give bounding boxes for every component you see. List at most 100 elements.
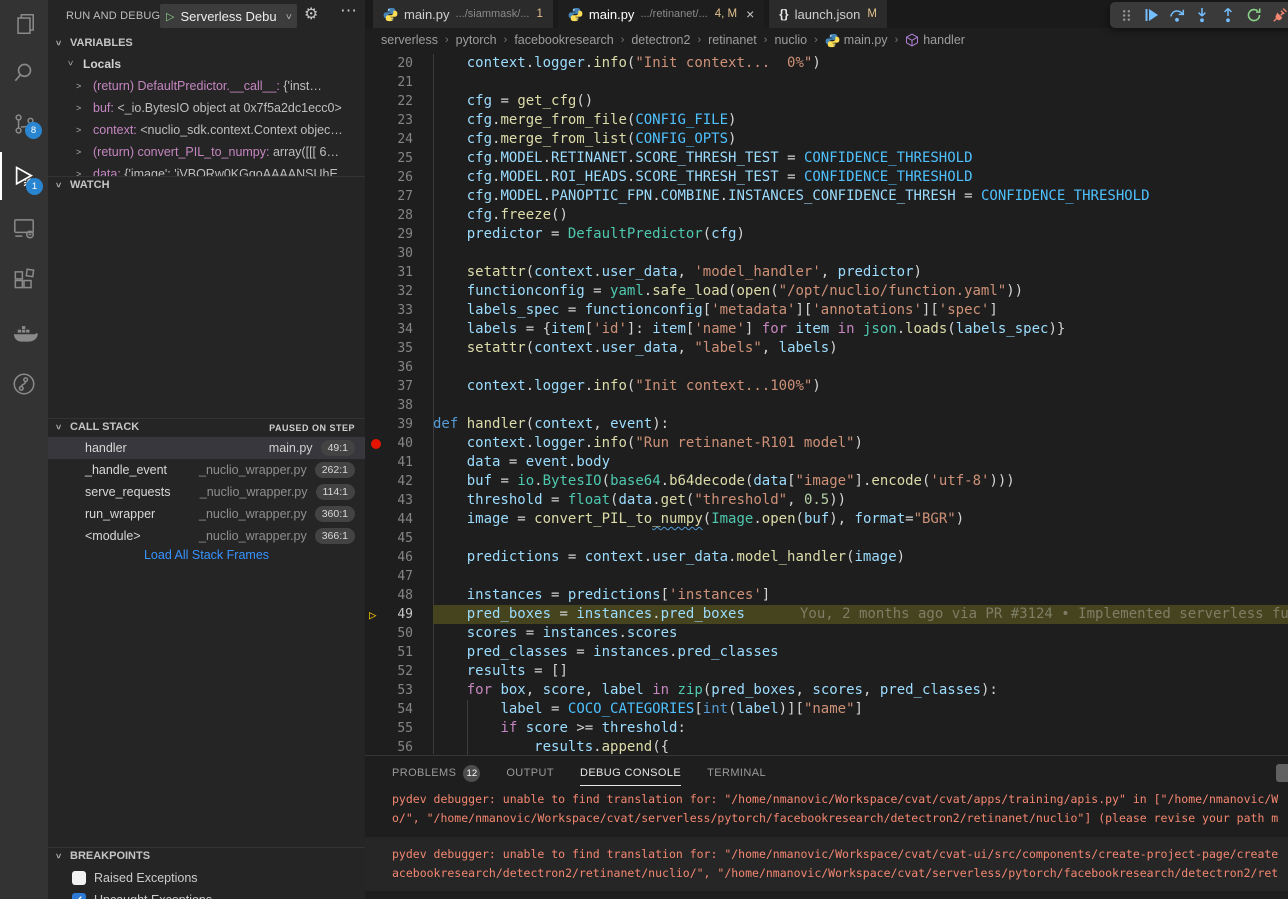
- more-actions-icon[interactable]: ⋯: [340, 1, 358, 21]
- chevron-icon: >: [54, 853, 64, 858]
- load-all-stack-frames-link[interactable]: Load All Stack Frames: [48, 548, 365, 562]
- start-debug-icon[interactable]: ▷: [166, 10, 174, 23]
- line-gutter[interactable]: 41: [365, 453, 433, 472]
- variables-section-header[interactable]: > VARIABLES: [48, 35, 365, 53]
- checkbox[interactable]: ✓: [72, 893, 86, 899]
- line-gutter[interactable]: 40: [365, 434, 433, 453]
- locals-scope-row[interactable]: > Locals: [48, 55, 365, 75]
- variable-row[interactable]: >(return) convert_PIL_to_numpy: array([[…: [48, 141, 365, 163]
- gear-icon[interactable]: ⚙: [304, 4, 318, 24]
- line-gutter[interactable]: 26: [365, 168, 433, 187]
- line-gutter[interactable]: 32: [365, 282, 433, 301]
- breadcrumb-item[interactable]: handler: [905, 33, 965, 47]
- call-stack-section-header[interactable]: > CALL STACK PAUSED ON STEP: [48, 418, 365, 437]
- breakpoint-icon[interactable]: [371, 439, 381, 449]
- line-gutter[interactable]: 25: [365, 149, 433, 168]
- line-gutter[interactable]: 38: [365, 396, 433, 415]
- stack-frame-row[interactable]: handlermain.py49:1: [48, 437, 365, 459]
- variable-row[interactable]: >(return) DefaultPredictor.__call__: {'i…: [48, 75, 365, 97]
- line-gutter[interactable]: 50: [365, 624, 433, 643]
- line-gutter[interactable]: 52: [365, 662, 433, 681]
- docker-icon[interactable]: [0, 308, 48, 356]
- line-gutter[interactable]: 21: [365, 73, 433, 92]
- line-gutter[interactable]: 48: [365, 586, 433, 605]
- line-gutter[interactable]: 47: [365, 567, 433, 586]
- line-content: [433, 529, 1288, 548]
- breadcrumb-item[interactable]: nuclio: [774, 33, 807, 47]
- line-gutter[interactable]: 54: [365, 700, 433, 719]
- panel-tab[interactable]: OUTPUT: [506, 756, 554, 790]
- disconnect-button[interactable]: [1272, 7, 1288, 23]
- source-control-icon[interactable]: [0, 100, 48, 148]
- line-gutter[interactable]: 20: [365, 54, 433, 73]
- step-over-button[interactable]: [1169, 7, 1185, 23]
- variable-row[interactable]: >data: {'image': 'iVBORw0KGgoAAAANSUhE…: [48, 163, 365, 176]
- line-gutter[interactable]: 28: [365, 206, 433, 225]
- line-gutter[interactable]: 42: [365, 472, 433, 491]
- breakpoint-row[interactable]: ✓Uncaught Exceptions: [48, 889, 365, 899]
- remote-explorer-icon[interactable]: [0, 204, 48, 252]
- watch-section-header[interactable]: > WATCH: [48, 176, 365, 195]
- git-graph-icon[interactable]: [0, 360, 48, 408]
- breadcrumb-item[interactable]: retinanet: [708, 33, 757, 47]
- extensions-icon[interactable]: [0, 256, 48, 304]
- line-gutter[interactable]: 51: [365, 643, 433, 662]
- stack-frame-row[interactable]: _handle_event_nuclio_wrapper.py262:1: [48, 459, 365, 481]
- breadcrumb-item[interactable]: facebookresearch: [514, 33, 613, 47]
- code-line: 21: [365, 73, 1288, 92]
- line-gutter[interactable]: 37: [365, 377, 433, 396]
- line-gutter[interactable]: 24: [365, 130, 433, 149]
- stack-frame-row[interactable]: serve_requests_nuclio_wrapper.py114:1: [48, 481, 365, 503]
- variable-row[interactable]: >context: <nuclio_sdk.context.Context ob…: [48, 119, 365, 141]
- line-gutter[interactable]: 22: [365, 92, 433, 111]
- search-icon[interactable]: [0, 48, 48, 96]
- panel-tab[interactable]: PROBLEMS12: [392, 756, 480, 790]
- line-number: 50: [397, 624, 413, 643]
- editor-tab[interactable]: main.py.../retinanet/...4, M×: [558, 0, 764, 28]
- panel-scroll-widget[interactable]: [1276, 764, 1288, 782]
- line-gutter[interactable]: 56: [365, 738, 433, 755]
- breadcrumb-item[interactable]: detectron2: [631, 33, 690, 47]
- variable-row[interactable]: >buf: <_io.BytesIO object at 0x7f5a2dc1e…: [48, 97, 365, 119]
- line-gutter[interactable]: 55: [365, 719, 433, 738]
- breakpoints-section-header[interactable]: > BREAKPOINTS: [48, 847, 365, 866]
- line-gutter[interactable]: 43: [365, 491, 433, 510]
- editor-tab[interactable]: main.py.../siammask/...1: [373, 0, 553, 28]
- line-gutter[interactable]: 45: [365, 529, 433, 548]
- line-gutter[interactable]: 27: [365, 187, 433, 206]
- continue-button[interactable]: [1143, 7, 1159, 23]
- line-gutter[interactable]: 36: [365, 358, 433, 377]
- line-gutter[interactable]: 31: [365, 263, 433, 282]
- explorer-icon[interactable]: [0, 0, 48, 48]
- gripper-icon[interactable]: [1120, 8, 1133, 23]
- close-icon[interactable]: ×: [746, 6, 754, 22]
- step-into-button[interactable]: [1194, 7, 1210, 23]
- panel-tab[interactable]: DEBUG CONSOLE: [580, 756, 681, 790]
- line-gutter[interactable]: 44: [365, 510, 433, 529]
- stack-frame-row[interactable]: <module>_nuclio_wrapper.py366:1: [48, 525, 365, 547]
- line-gutter[interactable]: 46: [365, 548, 433, 567]
- breakpoint-row[interactable]: Raised Exceptions: [48, 867, 365, 889]
- panel-tab[interactable]: TERMINAL: [707, 756, 766, 790]
- restart-button[interactable]: [1246, 7, 1262, 23]
- code-editor[interactable]: 20 context.logger.info("Init context... …: [365, 52, 1288, 755]
- line-gutter[interactable]: 29: [365, 225, 433, 244]
- run-and-debug-icon[interactable]: [0, 152, 48, 200]
- line-gutter[interactable]: ▷49: [365, 605, 433, 624]
- line-gutter[interactable]: 39: [365, 415, 433, 434]
- line-gutter[interactable]: 23: [365, 111, 433, 130]
- editor-tab[interactable]: {}launch.jsonM: [769, 0, 887, 28]
- breadcrumb-item[interactable]: serverless: [381, 33, 438, 47]
- debug-config-dropdown[interactable]: ▷ Serverless Debu >: [160, 4, 297, 28]
- line-gutter[interactable]: 35: [365, 339, 433, 358]
- line-gutter[interactable]: 30: [365, 244, 433, 263]
- breadcrumb-label: serverless: [381, 33, 438, 47]
- line-gutter[interactable]: 33: [365, 301, 433, 320]
- line-gutter[interactable]: 53: [365, 681, 433, 700]
- stack-frame-row[interactable]: run_wrapper_nuclio_wrapper.py360:1: [48, 503, 365, 525]
- breadcrumb-item[interactable]: main.py: [825, 33, 888, 48]
- checkbox[interactable]: [72, 871, 86, 885]
- line-gutter[interactable]: 34: [365, 320, 433, 339]
- breadcrumb-item[interactable]: pytorch: [456, 33, 497, 47]
- step-out-button[interactable]: [1220, 7, 1236, 23]
